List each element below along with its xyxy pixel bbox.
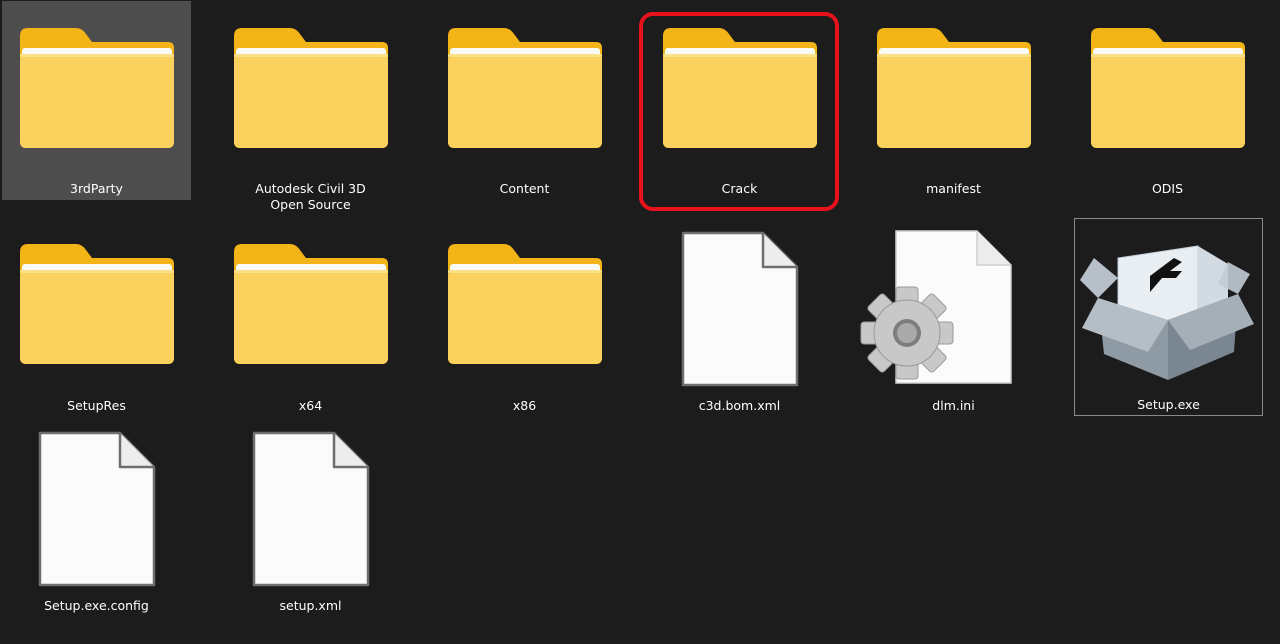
- item-c3d-bom-xml[interactable]: c3d.bom.xml: [645, 218, 834, 417]
- item-label: Autodesk Civil 3D Open Source: [255, 181, 366, 212]
- item-label: ODIS: [1151, 181, 1184, 196]
- settings-document-icon: [860, 230, 1012, 384]
- item-content[interactable]: Content: [430, 1, 619, 200]
- folder-icon: [448, 244, 602, 364]
- item-3rdparty[interactable]: 3rdParty: [2, 1, 191, 200]
- setup-box-icon: [1080, 245, 1254, 380]
- item-label: setup.xml: [279, 598, 342, 613]
- item-label: c3d.bom.xml: [698, 398, 781, 413]
- item-manifest[interactable]: manifest: [859, 1, 1048, 200]
- item-x64[interactable]: x64: [216, 218, 405, 417]
- item-label: Setup.exe: [1137, 397, 1200, 412]
- folder-icon: [234, 244, 388, 364]
- folder-icon: [20, 28, 174, 148]
- document-icon: [38, 431, 156, 587]
- item-autodesk-civil-3d-open-source[interactable]: Autodesk Civil 3D Open Source: [216, 1, 405, 215]
- item-odis[interactable]: ODIS: [1073, 1, 1262, 200]
- item-label: 3rdParty: [70, 181, 123, 196]
- folder-icon: [20, 244, 174, 364]
- folder-icon: [1091, 28, 1245, 148]
- folder-icon: [877, 28, 1031, 148]
- item-setupres[interactable]: SetupRes: [2, 218, 191, 417]
- item-setup-exe-config[interactable]: Setup.exe.config: [2, 418, 191, 617]
- item-label: manifest: [926, 181, 981, 196]
- item-label: dlm.ini: [932, 398, 975, 413]
- item-crack[interactable]: Crack: [645, 1, 834, 200]
- item-label: x64: [298, 398, 323, 413]
- item-setup-exe[interactable]: Setup.exe: [1074, 218, 1263, 416]
- item-label: Setup.exe.config: [44, 598, 149, 613]
- item-setup-xml[interactable]: setup.xml: [216, 418, 405, 617]
- item-label: Crack: [721, 181, 758, 196]
- item-label: Content: [499, 181, 550, 196]
- folder-icon: [448, 28, 602, 148]
- item-dlm-ini[interactable]: dlm.ini: [859, 218, 1048, 417]
- folder-icon: [234, 28, 388, 148]
- document-icon: [252, 431, 370, 587]
- item-label: SetupRes: [67, 398, 126, 413]
- document-icon: [681, 231, 799, 387]
- folder-icon: [663, 28, 817, 148]
- item-x86[interactable]: x86: [430, 218, 619, 417]
- item-label: x86: [512, 398, 537, 413]
- file-explorer-view: 3rdParty Autodesk Civil 3D Open Source C…: [0, 0, 1280, 644]
